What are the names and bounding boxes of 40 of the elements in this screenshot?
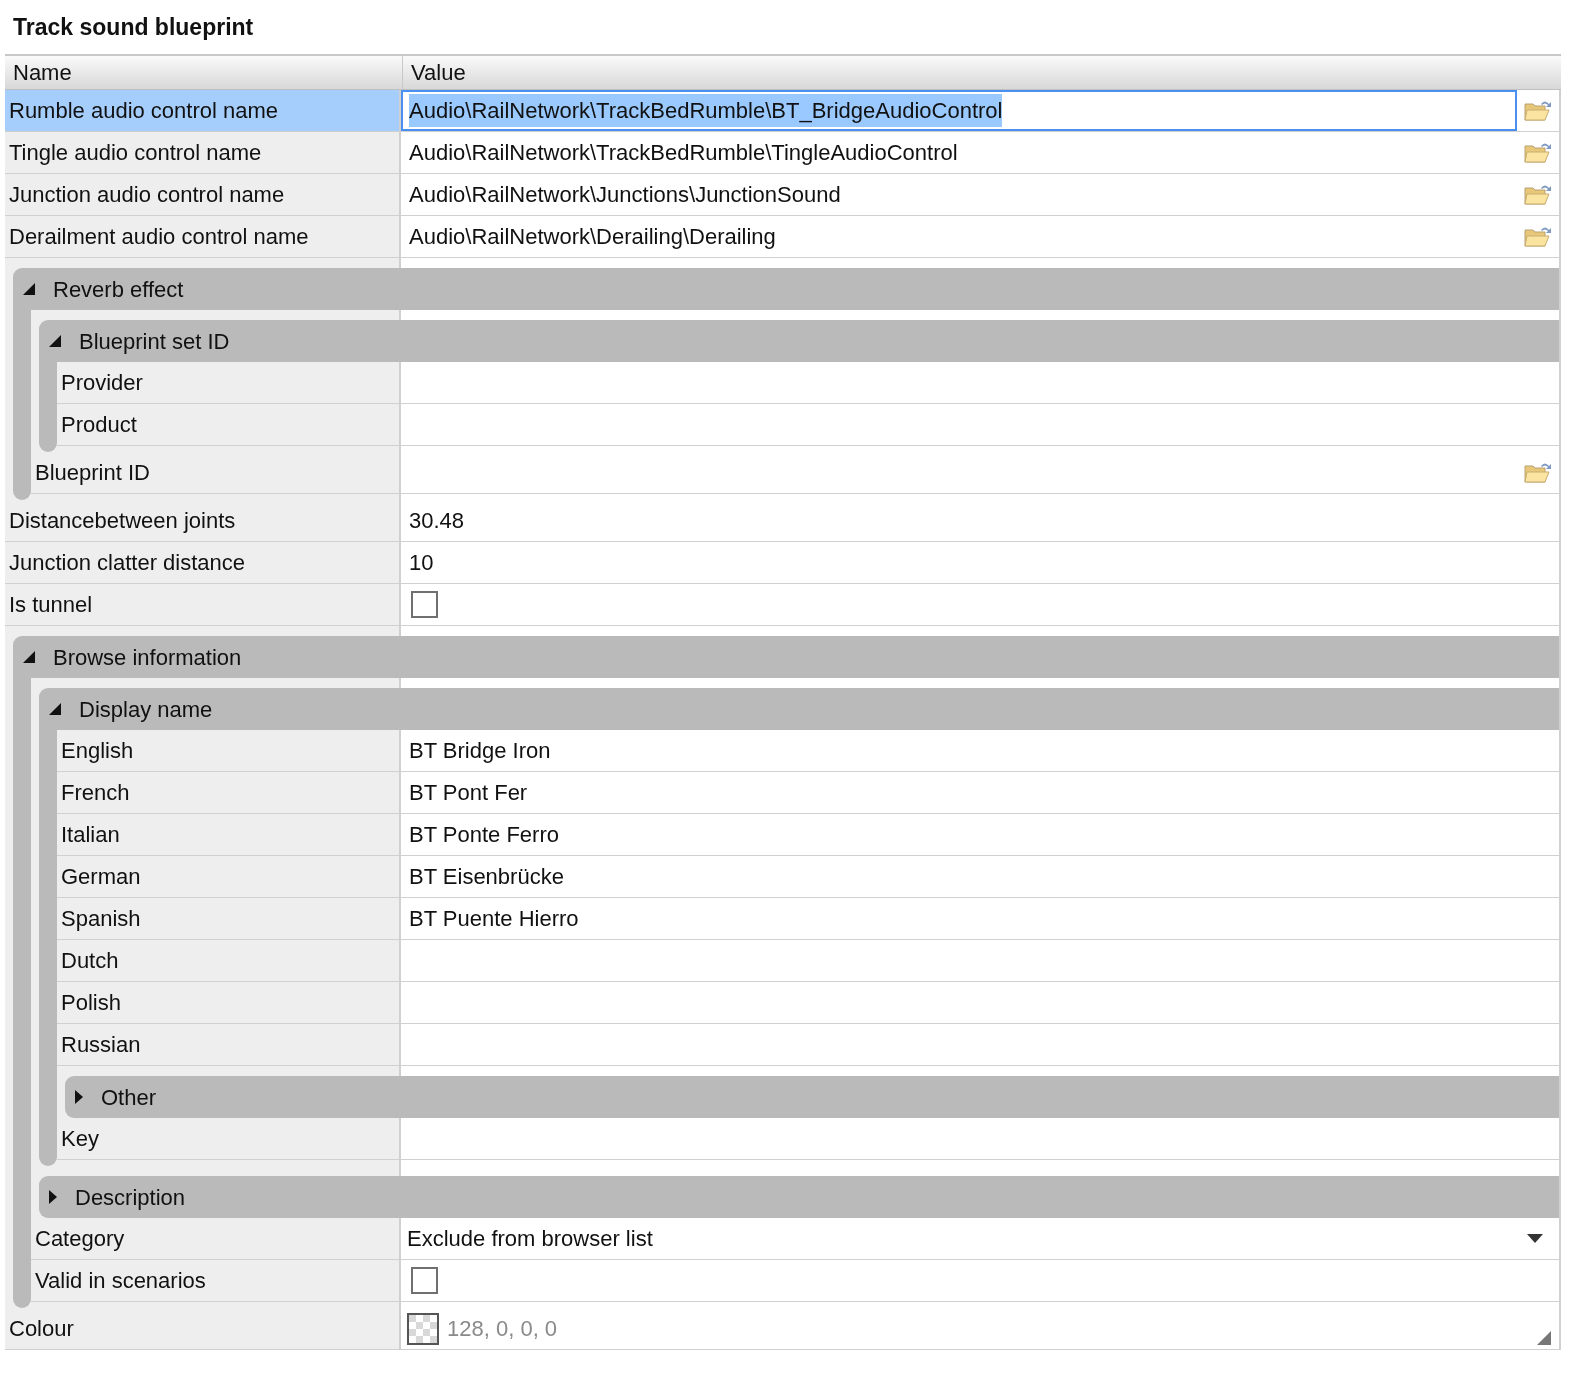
path-field[interactable]: Audio\RailNetwork\TrackBedRumble\TingleAudioControl xyxy=(401,132,1559,173)
collapse-triangle-icon xyxy=(23,651,35,663)
colour-field[interactable]: 128, 0, 0, 0 xyxy=(401,1308,1559,1349)
value-field[interactable]: 30.48 xyxy=(401,500,1559,541)
property-name[interactable]: Is tunnel xyxy=(5,584,401,625)
expand-triangle-icon xyxy=(75,1090,83,1104)
property-name[interactable]: Tingle audio control name xyxy=(5,132,401,173)
value-field[interactable]: 10 xyxy=(401,542,1559,583)
group-header[interactable]: Blueprint set ID xyxy=(39,320,1559,362)
collapse-triangle-icon xyxy=(49,703,61,715)
value-field[interactable]: BT Ponte Ferro xyxy=(401,814,1559,855)
checkbox[interactable] xyxy=(411,591,438,618)
value-field[interactable]: BT Pont Fer xyxy=(401,772,1559,813)
property-name[interactable]: Rumble audio control name xyxy=(5,90,401,131)
column-header[interactable]: Value xyxy=(403,56,1561,89)
property-name[interactable]: Junction clatter distance xyxy=(5,542,401,583)
caret-icon xyxy=(1527,1234,1543,1243)
expand-triangle-icon xyxy=(49,1190,57,1204)
value-field[interactable]: BT Bridge Iron xyxy=(401,730,1559,771)
path-field[interactable]: Audio\RailNetwork\Junctions\JunctionSound xyxy=(401,174,1559,215)
panel-title: Track sound blueprint xyxy=(12,12,254,42)
property-name[interactable]: Junction audio control name xyxy=(5,174,401,215)
collapse-triangle-icon xyxy=(49,335,61,347)
group-header[interactable]: Description xyxy=(39,1176,1559,1218)
group-header[interactable]: Other xyxy=(65,1076,1559,1118)
group-header[interactable]: Display name xyxy=(39,688,1559,730)
group-header[interactable]: Browse information xyxy=(13,636,1559,678)
property-name[interactable]: Distancebetween joints xyxy=(5,500,401,541)
category-dropdown[interactable]: Exclude from browser list xyxy=(401,1218,1559,1259)
resize-grip-icon[interactable] xyxy=(1537,1331,1551,1345)
value-field[interactable]: BT Eisenbrücke xyxy=(401,856,1559,897)
checkbox[interactable] xyxy=(411,1267,438,1294)
property-name[interactable]: Derailment audio control name xyxy=(5,216,401,257)
property-name[interactable]: Colour xyxy=(5,1308,401,1349)
group-header[interactable]: Reverb effect xyxy=(13,268,1559,310)
path-field[interactable]: Audio\RailNetwork\Derailing\Derailing xyxy=(401,216,1559,257)
colour-swatch-icon xyxy=(407,1312,439,1345)
column-header[interactable]: Name xyxy=(5,56,403,89)
collapse-triangle-icon xyxy=(23,283,35,295)
value-field[interactable]: BT Puente Hierro xyxy=(401,898,1559,939)
